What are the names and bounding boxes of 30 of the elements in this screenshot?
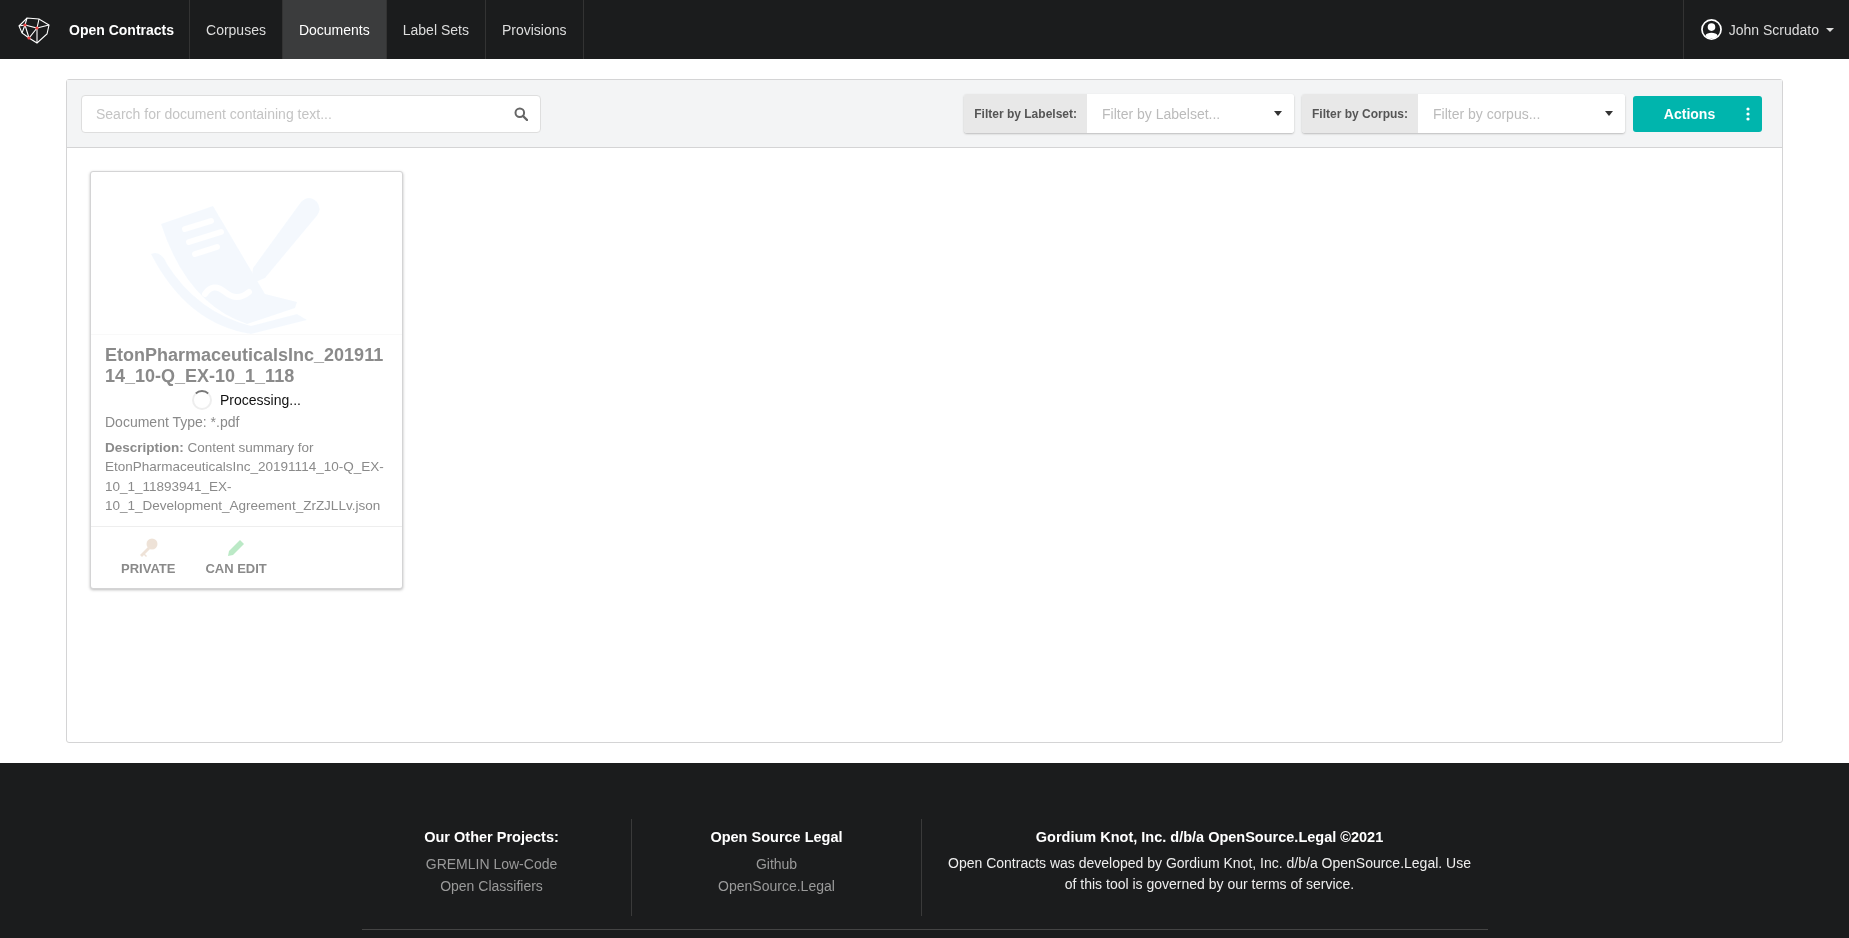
nav-tab[interactable]: Label Sets bbox=[386, 0, 486, 59]
footer-link[interactable]: OpenSource.Legal bbox=[718, 875, 835, 897]
document-title[interactable]: EtonPharmaceuticalsInc_20191114_10-Q_EX-10_1_118 bbox=[105, 344, 388, 388]
footer-link[interactable]: Open Classifiers bbox=[440, 875, 543, 897]
user-avatar-icon bbox=[1700, 19, 1722, 40]
footer-link[interactable]: Github bbox=[755, 853, 798, 875]
filter-label: Filter by Corpus: bbox=[1302, 94, 1418, 133]
search-field[interactable]: Search for document containing text... bbox=[81, 94, 541, 133]
nav-tab[interactable]: Provisions bbox=[485, 0, 584, 59]
permission-label: PRIVATE bbox=[121, 561, 176, 576]
nav-tab[interactable]: Documents bbox=[282, 0, 387, 59]
brand-name[interactable]: Open Contracts bbox=[69, 21, 174, 38]
filter-label: Filter by Labelset: bbox=[964, 94, 1087, 133]
permission-label: CAN EDIT bbox=[205, 561, 267, 576]
footer-heading: Gordium Knot, Inc. d/b/a OpenSource.Legal ©2021 bbox=[1034, 829, 1385, 845]
nav-tab[interactable]: Corpuses bbox=[190, 0, 283, 59]
document-type: Document Type: *.pdf bbox=[105, 413, 241, 430]
processing-label: Processing... bbox=[220, 391, 301, 408]
caret-icon bbox=[1826, 27, 1834, 32]
footer-heading: Open Source Legal bbox=[709, 829, 844, 845]
logo-icon bbox=[17, 15, 51, 44]
user-menu[interactable]: John Scrudato bbox=[1682, 0, 1849, 59]
document-description: Description: Content summary for EtonPharmaceuticalsInc_20191114_10-Q_EX-10_1_11893941_EX-10_1_Development_Agreement_ZrZJLLv.json bbox=[105, 438, 385, 516]
footer-link[interactable]: GREMLIN Low-Code bbox=[425, 853, 558, 875]
footer-notice: Open Contracts was developed by Gordium Knot, Inc. d/b/a OpenSource.Legal. Use of this tool is governed by our terms of service. bbox=[947, 854, 1472, 894]
more-options-icon bbox=[1746, 106, 1750, 121]
caret-icon bbox=[1274, 111, 1282, 116]
caret-icon bbox=[1605, 111, 1613, 116]
footer-heading: Our Other Projects: bbox=[423, 829, 560, 845]
search-icon bbox=[514, 106, 528, 121]
